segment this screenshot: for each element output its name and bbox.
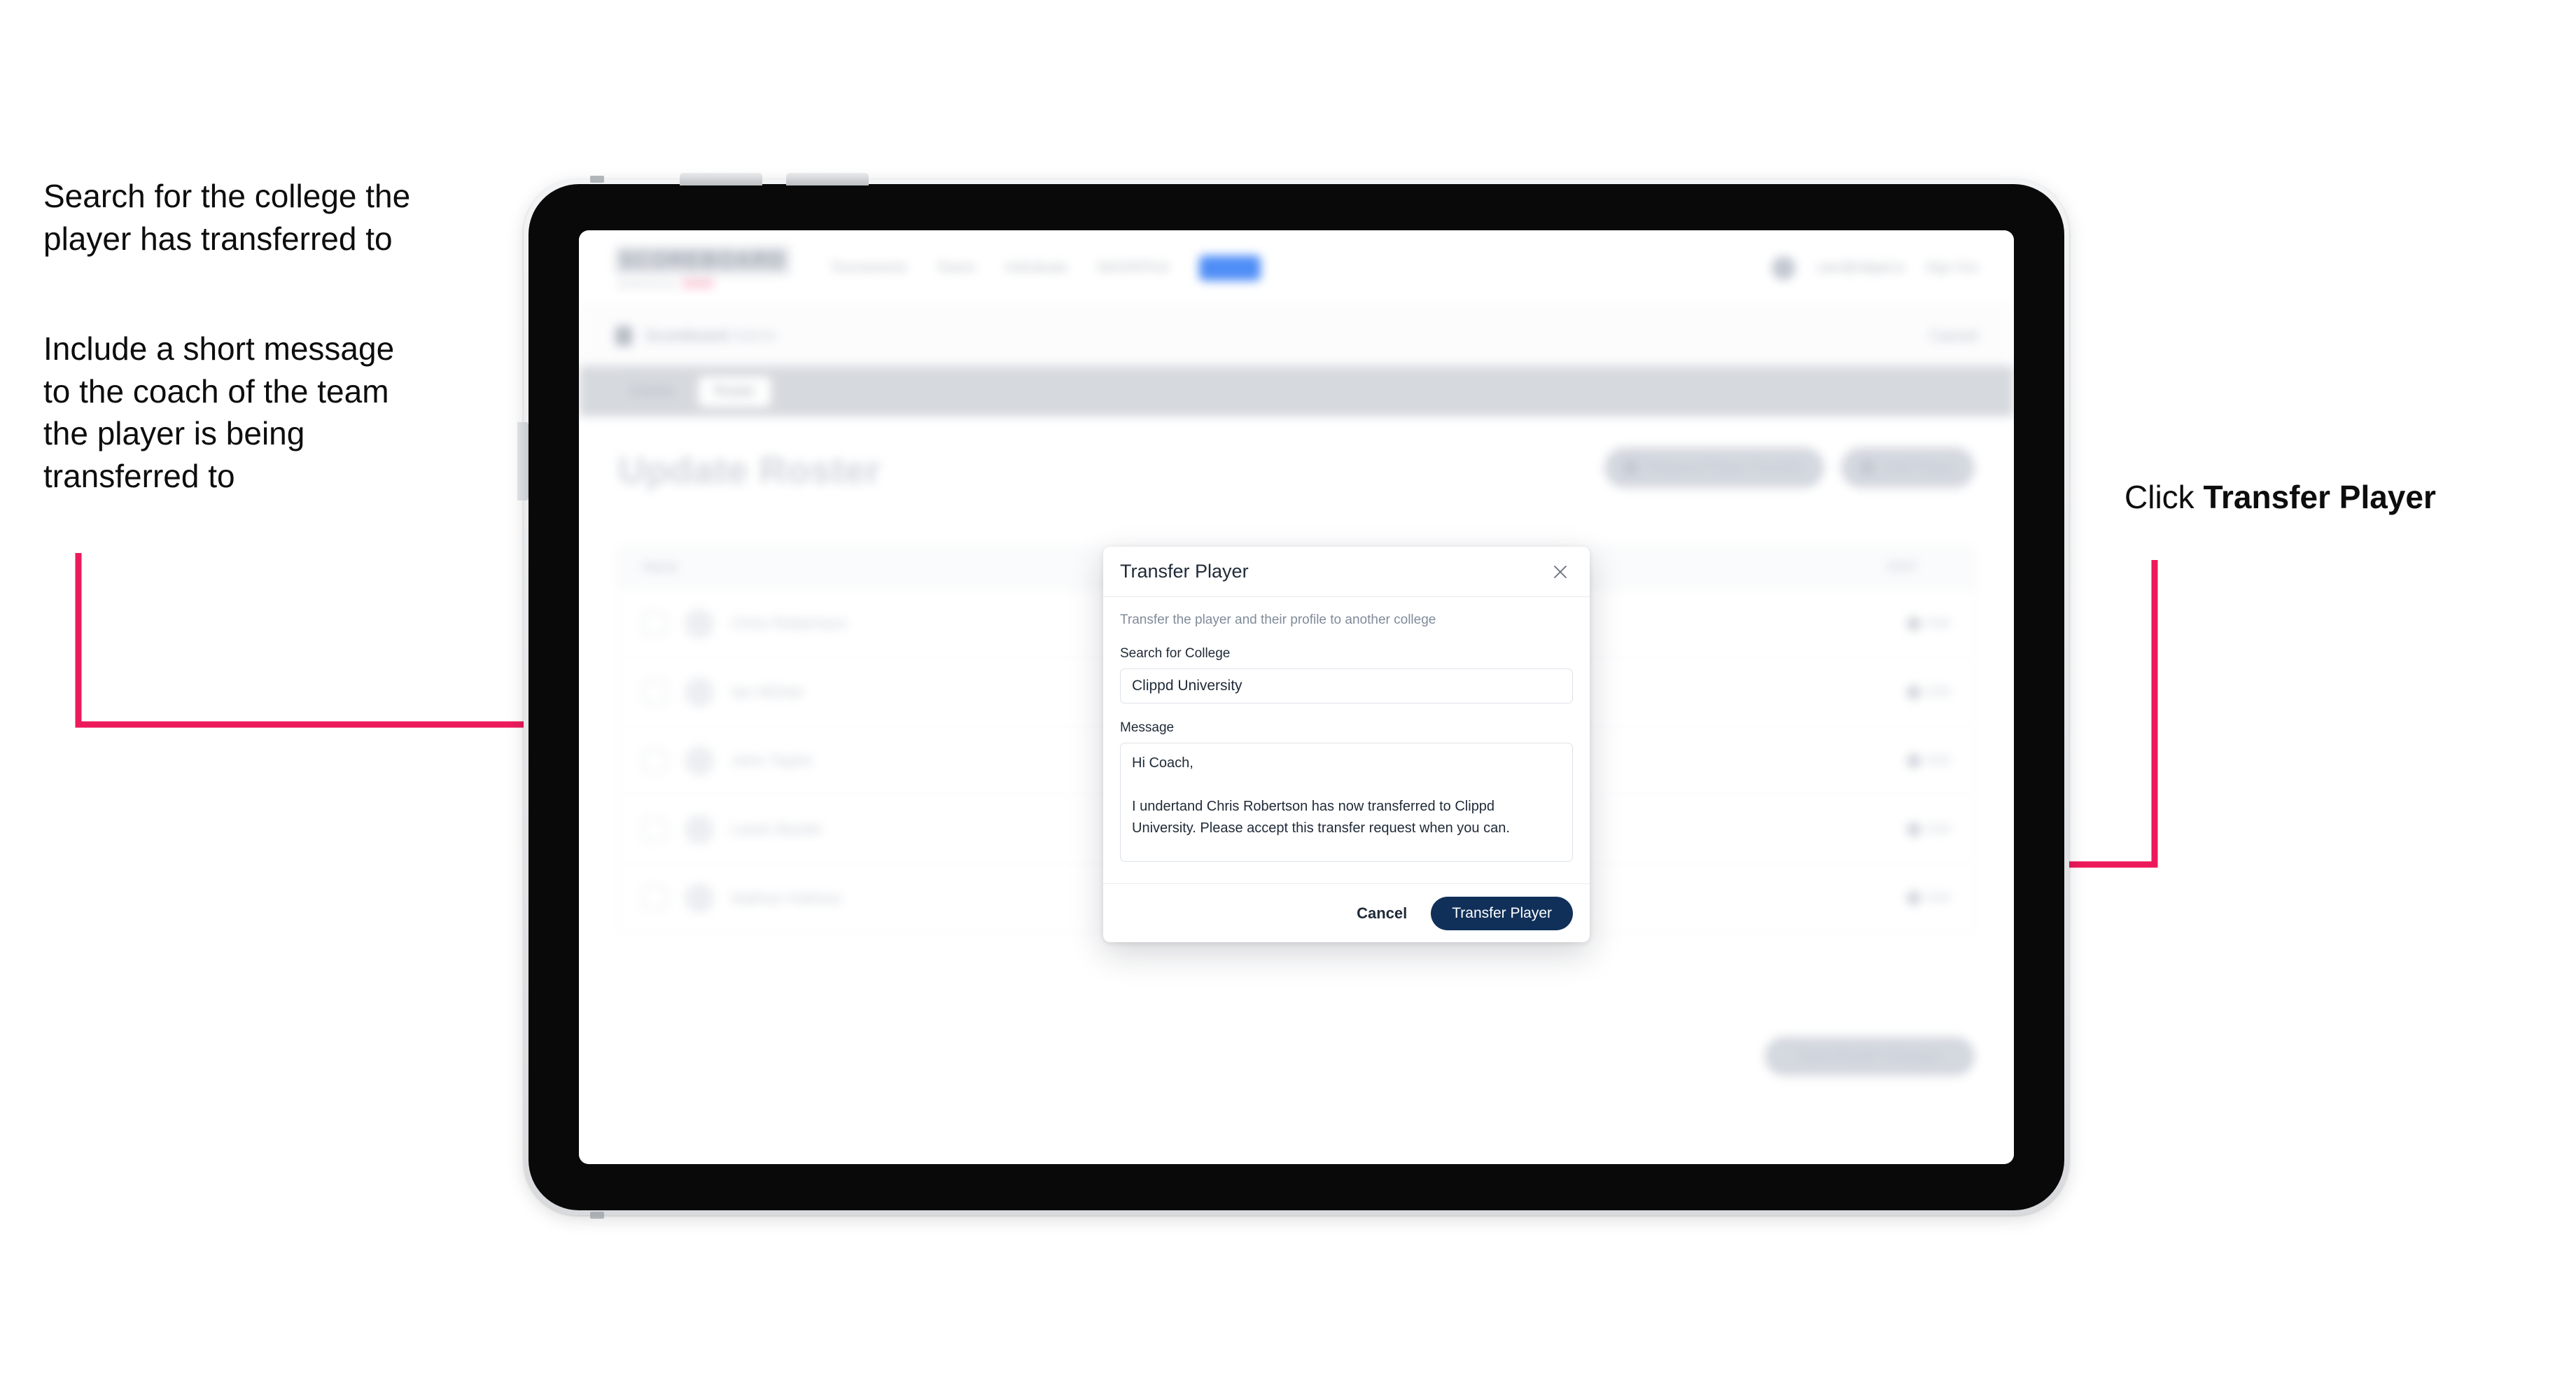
edit-player-button[interactable]: Edit: [1905, 889, 1950, 907]
edit-label: Edit: [1927, 752, 1950, 768]
tablet-screen: SCOREBOARD powered by Tournaments Teams …: [579, 230, 2014, 1164]
annotation-right-prefix: Click: [2124, 479, 2204, 515]
search-college-input[interactable]: [1120, 668, 1573, 704]
header-right: user@clippd.io Sign Out: [1772, 255, 1977, 280]
app-header: SCOREBOARD powered by Tournaments Teams …: [579, 230, 2014, 306]
save-roster-changes-button[interactable]: Save Roster Changes: [1765, 1037, 1975, 1076]
tab-strip: Events Roster: [579, 366, 2014, 416]
player-name: Nathan Holmes: [731, 888, 842, 907]
avatar[interactable]: [1772, 255, 1796, 280]
add-player-label: Add Player: [1883, 459, 1955, 475]
transfer-player-button[interactable]: Transfer Player: [1431, 896, 1573, 930]
brand-sub-text: powered by: [618, 278, 676, 289]
annotation-search-college: Search for the college the player has tr…: [43, 178, 411, 257]
nav-item-teams[interactable]: Teams: [937, 260, 976, 276]
edit-player-button[interactable]: Edit: [1905, 820, 1950, 839]
modal-description: Transfer the player and their profile to…: [1120, 612, 1436, 627]
close-icon[interactable]: [1548, 559, 1573, 584]
tab-events[interactable]: Events: [615, 377, 689, 407]
transfer-icon: [1623, 461, 1638, 475]
brand-logo[interactable]: SCOREBOARD powered by: [615, 246, 790, 289]
modal-footer: Cancel Transfer Player: [1103, 883, 1590, 942]
request-player-transfer-button[interactable]: Request Player Transfer: [1604, 447, 1825, 488]
player-name: John Taylor: [731, 751, 813, 769]
nav-item-tournaments[interactable]: Tournaments: [830, 260, 907, 276]
edit-player-button[interactable]: Edit: [1905, 751, 1950, 770]
breadcrumb: Scoreboard Admin: [645, 326, 777, 345]
column-header-edit: EDIT: [1887, 559, 1918, 575]
modal-title: Transfer Player: [1120, 561, 1249, 582]
row-checkbox[interactable]: [643, 680, 666, 704]
cancel-link[interactable]: Cancel: [1930, 327, 1977, 345]
main-nav: Tournaments Teams Individuals WAGR/PGA R…: [830, 255, 1261, 281]
edit-label: Edit: [1927, 684, 1950, 699]
edit-label: Edit: [1927, 890, 1950, 905]
edit-label: Edit: [1927, 615, 1950, 631]
power-button[interactable]: [517, 422, 528, 500]
tablet-screen-bezel: SCOREBOARD powered by Tournaments Teams …: [517, 173, 2064, 1219]
annotation-right-bold: Transfer Player: [2203, 479, 2436, 515]
brand-accent-mark: [681, 279, 715, 288]
scoreboard-icon: [615, 326, 632, 346]
request-player-transfer-label: Request Player Transfer: [1646, 459, 1805, 475]
breadcrumb-muted: Admin: [732, 326, 778, 344]
row-checkbox[interactable]: [643, 748, 666, 773]
row-checkbox[interactable]: [643, 611, 666, 636]
pencil-icon: [1905, 820, 1923, 839]
modal-header: Transfer Player: [1103, 547, 1590, 597]
player-name: Chris Robertson: [731, 614, 848, 632]
message-textarea[interactable]: [1120, 743, 1573, 862]
modal-body: Transfer the player and their profile to…: [1103, 597, 1590, 883]
message-field-label: Message: [1120, 720, 1175, 735]
add-player-button[interactable]: Add Player: [1841, 447, 1975, 488]
page-actions: Request Player Transfer Add Player: [1604, 447, 1975, 488]
avatar: [685, 814, 714, 844]
row-checkbox[interactable]: [643, 817, 666, 841]
sub-header: Scoreboard Admin Cancel: [579, 306, 2014, 366]
pencil-icon: [1905, 889, 1923, 907]
edit-player-button[interactable]: Edit: [1905, 614, 1950, 633]
pencil-icon: [1905, 614, 1923, 633]
plus-icon: [1861, 461, 1875, 475]
nav-item-roster[interactable]: Roster: [1199, 255, 1261, 281]
field-spacer: [1120, 704, 1573, 720]
row-checkbox[interactable]: [643, 886, 666, 910]
tab-roster[interactable]: Roster: [699, 376, 771, 407]
volume-down-button[interactable]: [786, 173, 869, 186]
annotation-click-transfer-player: Click Transfer Player: [2124, 476, 2558, 519]
transfer-player-modal: Transfer Player Transfer the player and …: [1103, 547, 1590, 942]
avatar: [685, 746, 714, 776]
avatar: [685, 883, 714, 913]
sign-out-button[interactable]: Sign Out: [1926, 260, 1977, 276]
tablet-device-frame: SCOREBOARD powered by Tournaments Teams …: [517, 173, 2069, 1219]
player-name: Lewis Baxter: [731, 820, 823, 838]
volume-up-button[interactable]: [680, 173, 762, 186]
pencil-icon: [1905, 751, 1923, 770]
annotation-include-message: Include a short message to the coach of …: [43, 330, 395, 495]
microphone-icon: [590, 176, 604, 183]
college-field-label: Search for College: [1120, 646, 1231, 661]
nav-item-individuals[interactable]: Individuals: [1005, 260, 1068, 276]
pencil-icon: [1905, 682, 1923, 701]
speaker-icon: [590, 1212, 604, 1219]
avatar: [685, 608, 714, 638]
column-header-name: Name: [643, 559, 678, 575]
player-name: Ian Winter: [731, 682, 804, 701]
nav-item-wagr-pga[interactable]: WAGR/PGA: [1097, 260, 1170, 276]
edit-label: Edit: [1927, 821, 1950, 836]
edit-player-button[interactable]: Edit: [1905, 682, 1950, 701]
cancel-button[interactable]: Cancel: [1352, 904, 1411, 923]
brand-sub: powered by: [615, 278, 790, 289]
account-name: user@clippd.io: [1816, 260, 1905, 275]
brand-name: SCOREBOARD: [615, 246, 790, 274]
breadcrumb-text: Scoreboard: [645, 326, 728, 344]
avatar: [685, 677, 714, 707]
